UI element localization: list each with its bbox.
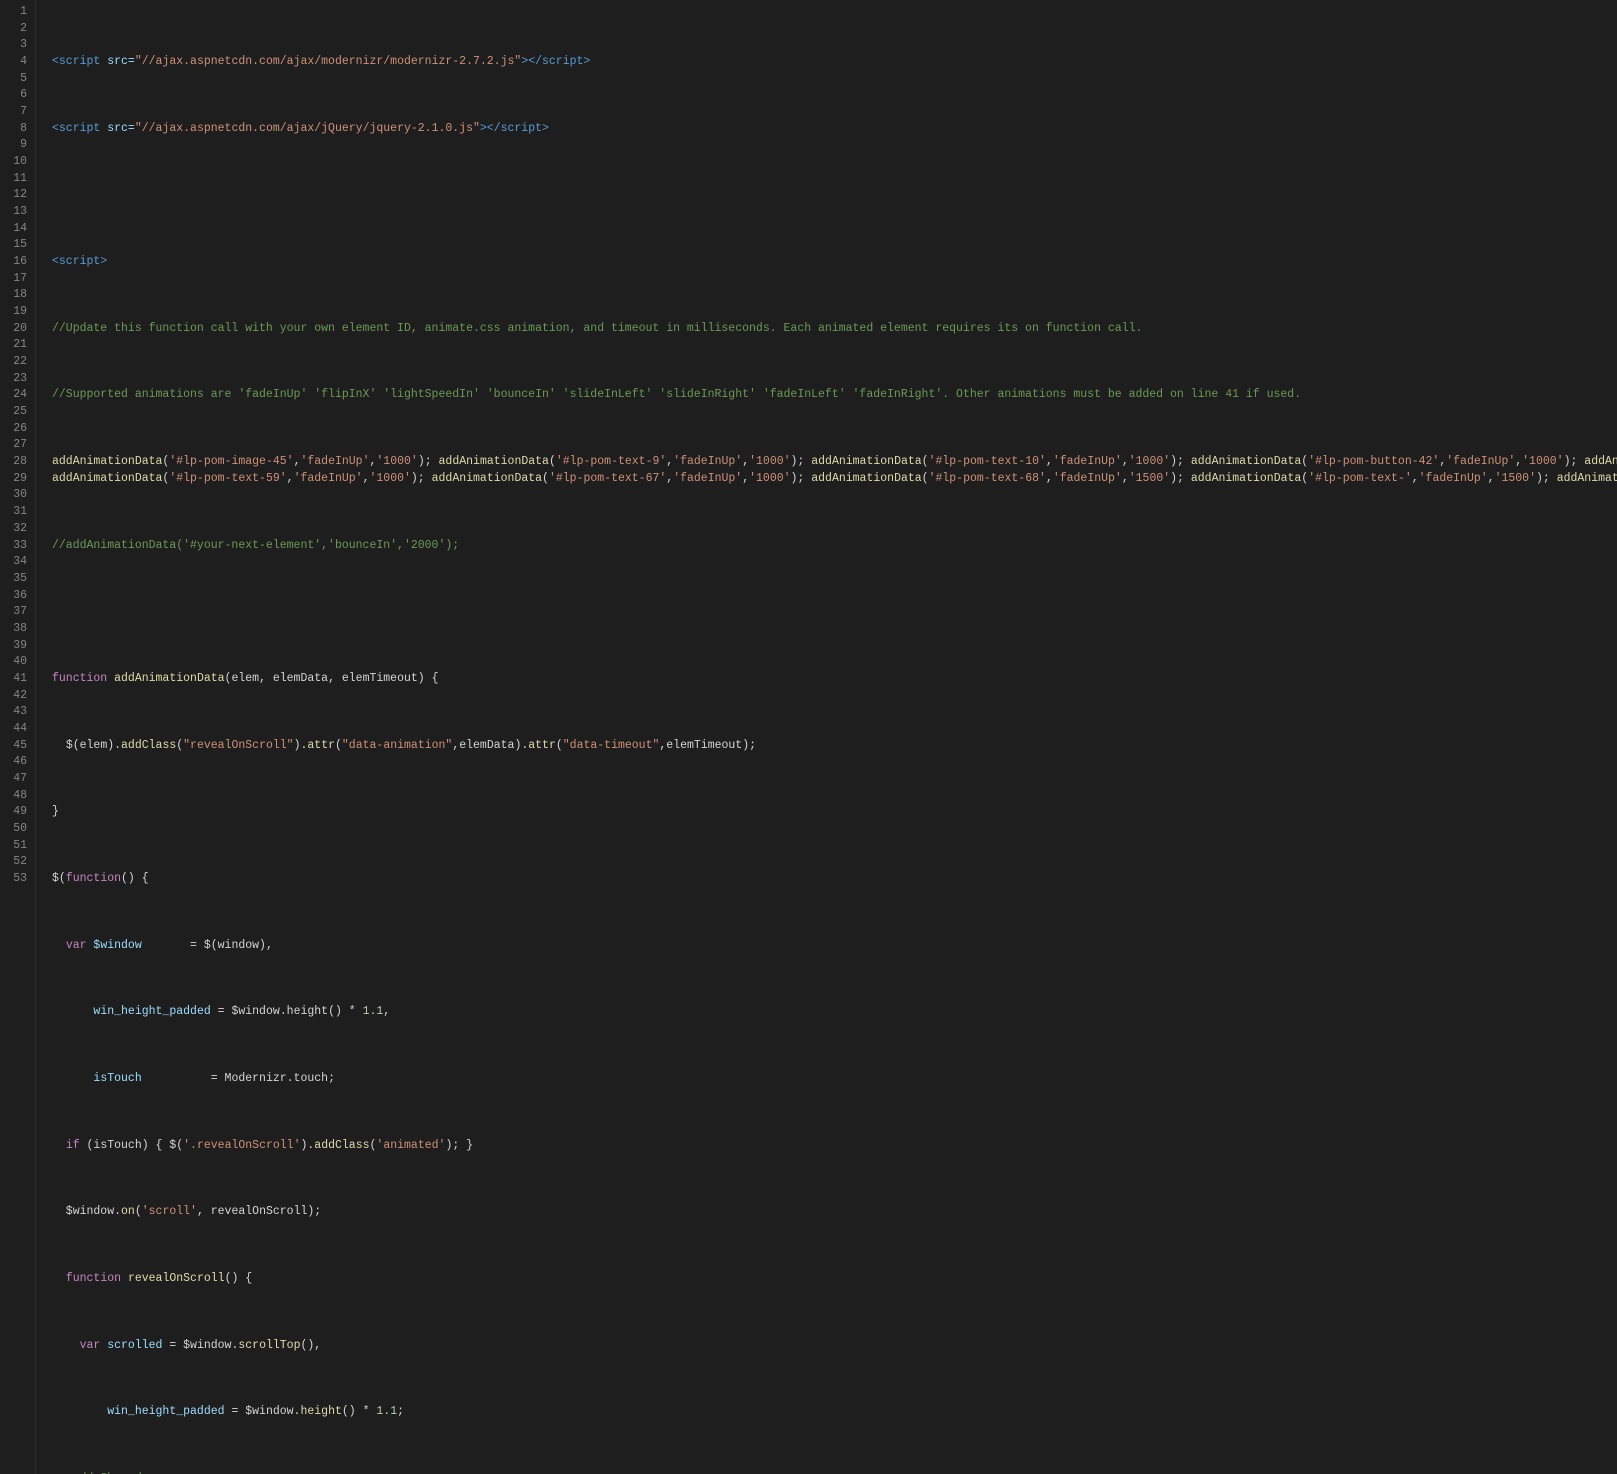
code-line: } bbox=[52, 804, 1617, 821]
code-body[interactable]: <script src="//ajax.aspnetcdn.com/ajax/m… bbox=[36, 0, 1617, 1474]
code-line: <script src="//ajax.aspnetcdn.com/ajax/j… bbox=[52, 121, 1617, 138]
code-line: win_height_padded = $window.height() * 1… bbox=[52, 1404, 1617, 1421]
code-line: $(function() { bbox=[52, 871, 1617, 888]
code-line: var scrolled = $window.scrollTop(), bbox=[52, 1338, 1617, 1355]
code-line: if (isTouch) { $('.revealOnScroll').addC… bbox=[52, 1138, 1617, 1155]
code-line: <script> bbox=[52, 254, 1617, 271]
code-editor: 1 2 3 4 5 6 7 8 9 10 11 12 13 14 15 16 1… bbox=[0, 0, 1617, 1474]
code-line bbox=[52, 604, 1617, 621]
code-line: $(elem).addClass("revealOnScroll").attr(… bbox=[52, 738, 1617, 755]
code-line: isTouch = Modernizr.touch; bbox=[52, 1071, 1617, 1088]
code-line: // Showed... bbox=[52, 1471, 1617, 1474]
code-line: var $window = $(window), bbox=[52, 938, 1617, 955]
code-line bbox=[52, 187, 1617, 204]
code-line: function revealOnScroll() { bbox=[52, 1271, 1617, 1288]
code-line: //addAnimationData('#your-next-element',… bbox=[52, 538, 1617, 555]
code-line: //Update this function call with your ow… bbox=[52, 321, 1617, 338]
code-line: function addAnimationData(elem, elemData… bbox=[52, 671, 1617, 688]
code-line: //Supported animations are 'fadeInUp' 'f… bbox=[52, 387, 1617, 404]
code-line: <script src="//ajax.aspnetcdn.com/ajax/m… bbox=[52, 54, 1617, 71]
line-numbers: 1 2 3 4 5 6 7 8 9 10 11 12 13 14 15 16 1… bbox=[0, 0, 36, 1474]
code-line: win_height_padded = $window.height() * 1… bbox=[52, 1004, 1617, 1021]
code-line: addAnimationData('#lp-pom-image-45','fad… bbox=[52, 454, 1617, 487]
code-line: $window.on('scroll', revealOnScroll); bbox=[52, 1204, 1617, 1221]
